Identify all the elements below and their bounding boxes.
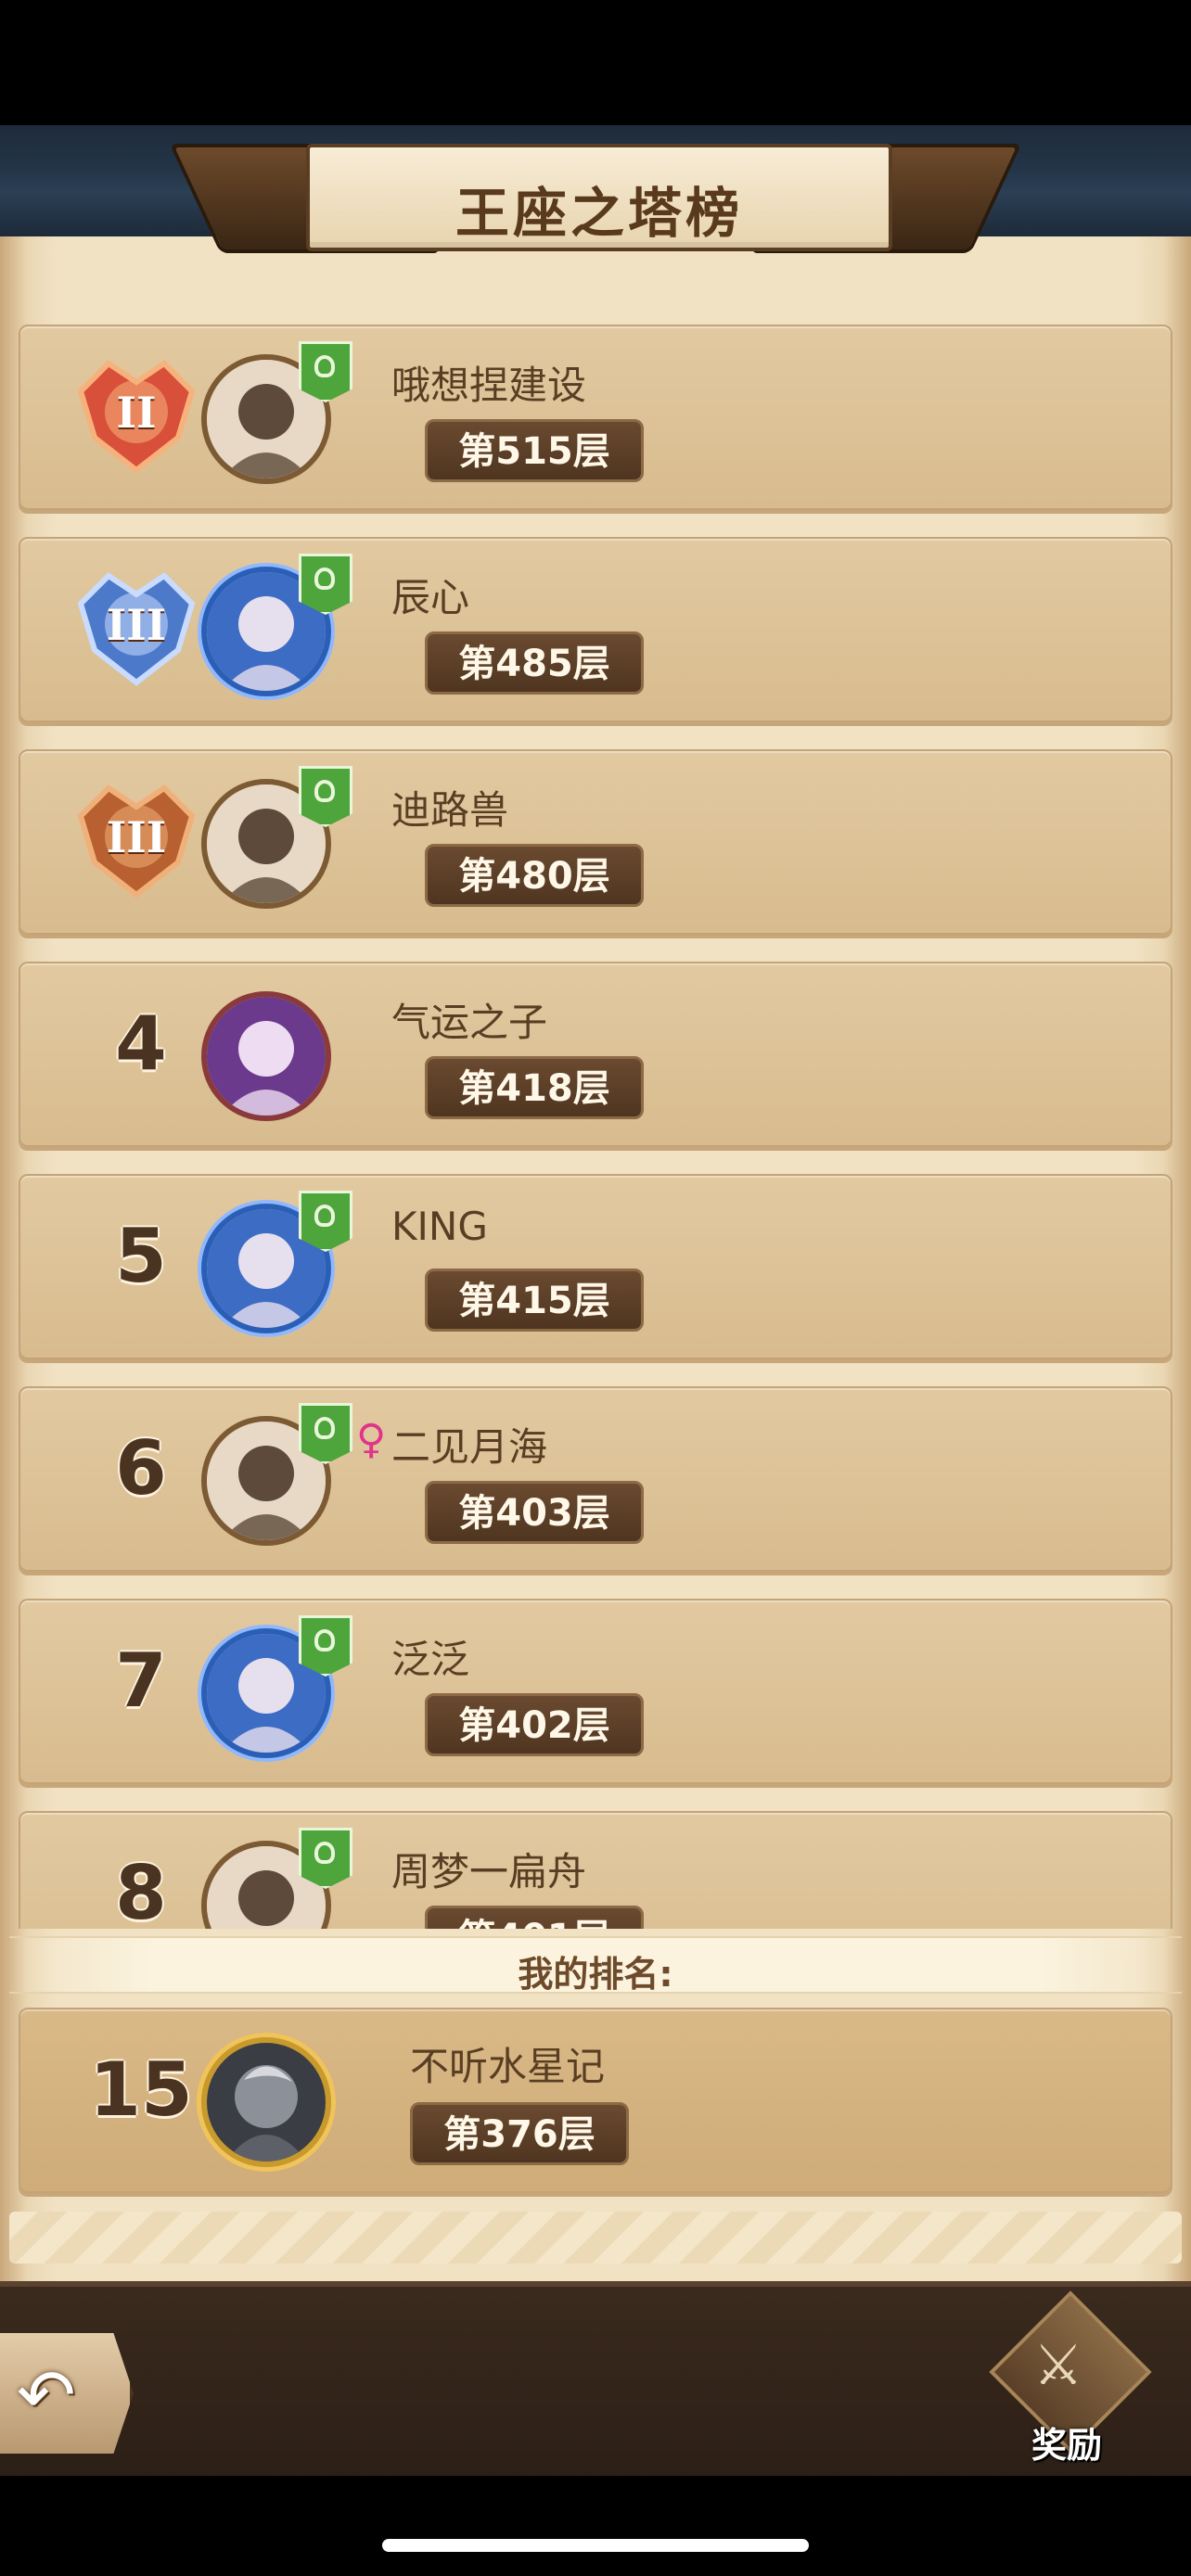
female-icon: ♀ xyxy=(356,1416,387,1463)
back-button[interactable]: ↶ xyxy=(0,2333,134,2454)
my-ranking-label: 我的排名: xyxy=(518,1954,673,1995)
title-banner: 王座之塔榜 xyxy=(0,125,1191,253)
home-indicator[interactable] xyxy=(382,2539,809,2552)
floor-badge: 第418层 xyxy=(425,1056,644,1119)
title-plate: 王座之塔榜 xyxy=(306,144,892,251)
my-floor-badge: 第376层 xyxy=(410,2102,629,2165)
roman-three-blue-medal: III xyxy=(71,567,201,687)
decorative-strip xyxy=(9,2212,1182,2264)
home-indicator-area xyxy=(0,2476,1191,2576)
floor-badge: 第402层 xyxy=(425,1693,644,1756)
my-ranking-header: 我的排名: xyxy=(9,1936,1182,1995)
ranking-row[interactable]: 4 气运之子第418层 xyxy=(19,962,1172,1147)
rank-number: 8 xyxy=(115,1850,167,1929)
floor-badge: 第415层 xyxy=(425,1269,644,1332)
ranking-row[interactable]: II 哦想捏建设第515层 xyxy=(19,325,1172,510)
ranking-row[interactable]: 6 ♀ 二见月海第403层 xyxy=(19,1386,1172,1572)
my-avatar-image xyxy=(207,2043,326,2162)
my-avatar[interactable] xyxy=(201,2037,331,2167)
player-name: 周梦一扁舟 xyxy=(391,1849,587,1894)
player-name: 辰心 xyxy=(391,575,470,620)
player-name: 气运之子 xyxy=(391,1000,548,1045)
ranking-row[interactable]: III 迪路兽第480层 xyxy=(19,749,1172,935)
my-rank-number: 15 xyxy=(89,2047,193,2133)
floor-badge: 第401层 xyxy=(425,1906,644,1929)
medal-rank-label: III xyxy=(106,600,167,650)
status-bar-area xyxy=(0,0,1191,125)
ranking-row[interactable]: III 辰心第485层 xyxy=(19,537,1172,722)
roman-two-red-medal: II xyxy=(71,354,201,475)
reward-button[interactable]: ⚔ 奖励 xyxy=(985,2290,1152,2472)
reward-chest-icon: ⚔ xyxy=(1033,2333,1083,2398)
avatar-image xyxy=(207,997,326,1116)
player-name: 二见月海 xyxy=(391,1424,548,1470)
ranking-row[interactable]: 5 KING 第415层 xyxy=(19,1174,1172,1359)
ranking-row[interactable]: 7 泛泛第402层 xyxy=(19,1599,1172,1784)
ranking-row[interactable]: 8 周梦一扁舟第401层 xyxy=(19,1811,1172,1929)
medal-rank-label: III xyxy=(106,812,167,862)
my-ranking-row[interactable]: 15 不听水星记 第376层 xyxy=(19,2008,1172,2193)
back-arrow-icon: ↶ xyxy=(17,2353,76,2436)
floor-badge: 第480层 xyxy=(425,844,644,907)
rank-number: 7 xyxy=(115,1638,167,1724)
my-player-name: 不听水星记 xyxy=(410,2044,606,2089)
roman-three-bronze-medal: III xyxy=(71,779,201,899)
player-name: 哦想捏建设 xyxy=(391,363,587,408)
player-name: KING xyxy=(391,1204,488,1249)
player-name: 泛泛 xyxy=(391,1637,470,1682)
bottom-nav: ↶ ⚔ 奖励 xyxy=(0,2281,1191,2481)
rank-number: 5 xyxy=(115,1213,167,1299)
player-name: 迪路兽 xyxy=(391,787,509,833)
reward-label: 奖励 xyxy=(1031,2425,1102,2466)
player-avatar[interactable] xyxy=(201,991,331,1121)
page-title: 王座之塔榜 xyxy=(455,182,743,245)
rank-number: 4 xyxy=(115,1001,167,1087)
floor-badge: 第485层 xyxy=(425,631,644,695)
floor-badge: 第515层 xyxy=(425,419,644,482)
rank-number: 6 xyxy=(115,1425,167,1511)
floor-badge: 第403层 xyxy=(425,1481,644,1544)
leaderboard-screen: 王座之塔榜 II 哦想捏建设第515层 III 辰心第485层 III 迪路兽第480层 4… xyxy=(0,0,1191,2576)
medal-rank-label: II xyxy=(116,388,157,438)
ranking-list[interactable]: II 哦想捏建设 第515层 III 辰心 第485层 III 迪路兽 第480层 4 气运之子 第4… xyxy=(0,315,1191,1929)
